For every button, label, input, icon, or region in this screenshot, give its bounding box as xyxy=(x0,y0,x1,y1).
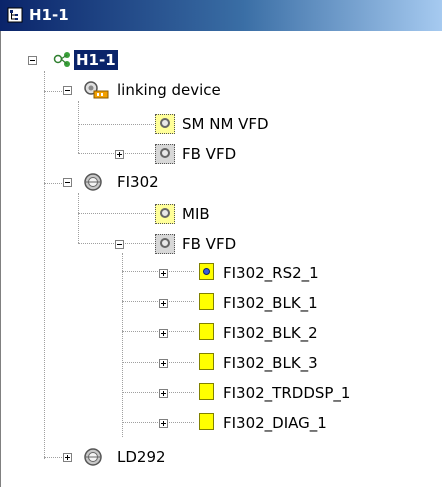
tree-label-root[interactable]: H1-1 xyxy=(74,50,118,70)
tree-label-block[interactable]: FI302_BLK_3 xyxy=(223,353,318,373)
tree-node-block[interactable]: FI302_BLK_2 xyxy=(1,321,421,345)
tree-label-sm-nm-vfd[interactable]: SM NM VFD xyxy=(182,114,269,134)
tree-node-mib[interactable]: MIB xyxy=(1,202,301,226)
tree-label-block[interactable]: FI302_BLK_1 xyxy=(223,293,318,313)
tree-node-block[interactable]: FI302_BLK_3 xyxy=(1,351,421,375)
tree-view[interactable]: H1-1 linking device SM NM VFD FB VFD FI3… xyxy=(0,31,442,487)
tree-node-block[interactable]: FI302_BLK_1 xyxy=(1,291,421,315)
tree-node-block[interactable]: FI302_RS2_1 xyxy=(1,261,421,285)
tree-node-fb-vfd-linking[interactable]: FB VFD xyxy=(1,142,301,166)
tree-label-mib[interactable]: MIB xyxy=(182,204,210,224)
tree-label-block[interactable]: FI302_DIAG_1 xyxy=(223,413,327,433)
expand-toggle[interactable] xyxy=(115,150,124,159)
tree-node-fi302[interactable]: FI302 xyxy=(1,172,301,196)
tree-node-block[interactable]: FI302_TRDDSP_1 xyxy=(1,381,421,405)
tree-label-linking-device[interactable]: linking device xyxy=(117,80,221,100)
function-block-icon xyxy=(199,293,214,310)
tree-document-icon xyxy=(7,7,23,23)
tree-label-fi302[interactable]: FI302 xyxy=(117,172,159,192)
window-title: H1-1 xyxy=(29,6,69,24)
function-block-icon xyxy=(199,413,214,430)
linking-device-icon xyxy=(84,81,109,99)
tree-label-block[interactable]: FI302_BLK_2 xyxy=(223,323,318,343)
expand-toggle[interactable] xyxy=(159,329,168,338)
tree-label-fb-vfd[interactable]: FB VFD xyxy=(182,234,236,254)
tree-label-fb-vfd[interactable]: FB VFD xyxy=(182,144,236,164)
gauge-device-icon xyxy=(84,173,102,191)
collapse-toggle[interactable] xyxy=(115,240,124,249)
expand-toggle[interactable] xyxy=(63,453,72,462)
gauge-device-icon xyxy=(84,448,102,466)
expand-toggle[interactable] xyxy=(159,359,168,368)
function-block-icon xyxy=(199,323,214,340)
collapse-toggle[interactable] xyxy=(28,56,37,65)
function-block-icon xyxy=(155,144,175,164)
expand-toggle[interactable] xyxy=(159,419,168,428)
tree-node-linking-device[interactable]: linking device xyxy=(1,80,301,104)
tree-node-sm-nm-vfd[interactable]: SM NM VFD xyxy=(1,112,301,136)
function-block-icon xyxy=(155,204,175,224)
tree-node-root[interactable]: H1-1 xyxy=(1,50,201,74)
tree-label-block[interactable]: FI302_TRDDSP_1 xyxy=(223,383,350,403)
function-block-icon xyxy=(155,234,175,254)
expand-toggle[interactable] xyxy=(159,299,168,308)
expand-toggle[interactable] xyxy=(159,269,168,278)
function-block-icon xyxy=(199,383,214,400)
tree-label-block[interactable]: FI302_RS2_1 xyxy=(223,263,319,283)
collapse-toggle[interactable] xyxy=(63,86,72,95)
tree-label-ld292[interactable]: LD292 xyxy=(117,447,166,467)
network-icon xyxy=(53,52,70,67)
expand-toggle[interactable] xyxy=(159,389,168,398)
function-block-icon xyxy=(199,353,214,370)
resource-block-icon xyxy=(199,263,214,280)
tree-node-ld292[interactable]: LD292 xyxy=(1,446,301,470)
collapse-toggle[interactable] xyxy=(63,178,72,187)
tree-node-block[interactable]: FI302_DIAG_1 xyxy=(1,411,421,435)
title-bar[interactable]: H1-1 xyxy=(0,0,442,31)
function-block-icon xyxy=(155,114,175,134)
tree-node-fb-vfd-fi302[interactable]: FB VFD xyxy=(1,232,301,256)
